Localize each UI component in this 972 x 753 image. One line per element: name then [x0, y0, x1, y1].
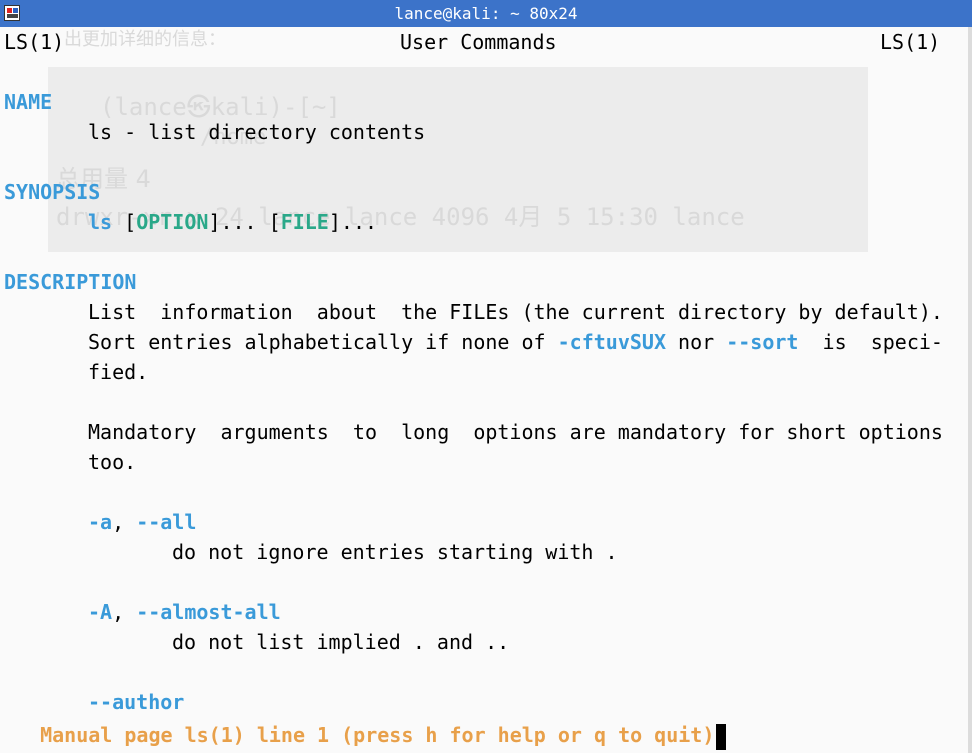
section-name-heading: NAME	[4, 90, 53, 114]
option-short: -A	[88, 600, 113, 624]
synopsis-line: ls [OPTION]... [FILE]...	[88, 207, 377, 237]
synopsis-bracket: ]... [	[208, 210, 281, 234]
status-text: Manual page ls(1) line 1 (press h for he…	[40, 723, 715, 747]
synopsis-bracket: ]...	[328, 210, 378, 234]
description-line: Mandatory arguments to long options are …	[88, 420, 943, 444]
section-synopsis-heading: SYNOPSIS	[4, 180, 101, 204]
synopsis-command: ls	[88, 210, 113, 234]
description-text: Sort entries alphabetically if none of	[88, 330, 558, 354]
synopsis-option-placeholder: OPTION	[136, 210, 209, 234]
ghost-text: 出更加详细的信息：	[64, 29, 226, 50]
window-title: lance@kali: ~ 80x24	[394, 4, 578, 23]
synopsis-file-placeholder: FILE	[280, 210, 329, 234]
description-line: List information about the FILEs (the cu…	[88, 300, 943, 324]
option-all-description: do not ignore entries starting with .	[172, 540, 618, 564]
description-line: too.	[88, 450, 137, 474]
section-description-heading: DESCRIPTION	[4, 270, 137, 294]
description-option: --sort	[726, 330, 799, 354]
terminal-cursor	[716, 723, 727, 750]
terminal-area[interactable]: 出更加详细的信息： (lance㉿kali)-[~] /home 总用量 4 d…	[0, 27, 972, 753]
pager-status-bar: Manual page ls(1) line 1 (press h for he…	[16, 690, 727, 750]
name-text: ls - list directory contents	[88, 120, 426, 144]
option-separator: ,	[112, 600, 137, 624]
description-line: fied.	[88, 360, 149, 384]
description-text: is speci-	[798, 330, 943, 354]
man-header-left: LS(1)	[4, 30, 65, 54]
option-almost-all: -A, --almost-all	[88, 597, 281, 627]
option-long: --all	[136, 510, 197, 534]
terminal-app-icon[interactable]	[4, 5, 20, 21]
description-option: -cftuvSUX	[557, 330, 666, 354]
window-titlebar[interactable]: lance@kali: ~ 80x24	[0, 0, 972, 27]
synopsis-bracket: [	[112, 210, 137, 234]
option-almost-all-description: do not list implied . and ..	[172, 630, 510, 654]
man-header-center: User Commands	[400, 30, 557, 54]
man-header-right: LS(1)	[880, 30, 941, 54]
option-long: --almost-all	[136, 600, 281, 624]
description-text: nor	[665, 330, 727, 354]
window-right-edge	[968, 27, 972, 753]
option-short: -a	[88, 510, 113, 534]
description-line: Sort entries alphabetically if none of -…	[88, 327, 943, 357]
option-separator: ,	[112, 510, 137, 534]
option-all: -a, --all	[88, 507, 196, 537]
